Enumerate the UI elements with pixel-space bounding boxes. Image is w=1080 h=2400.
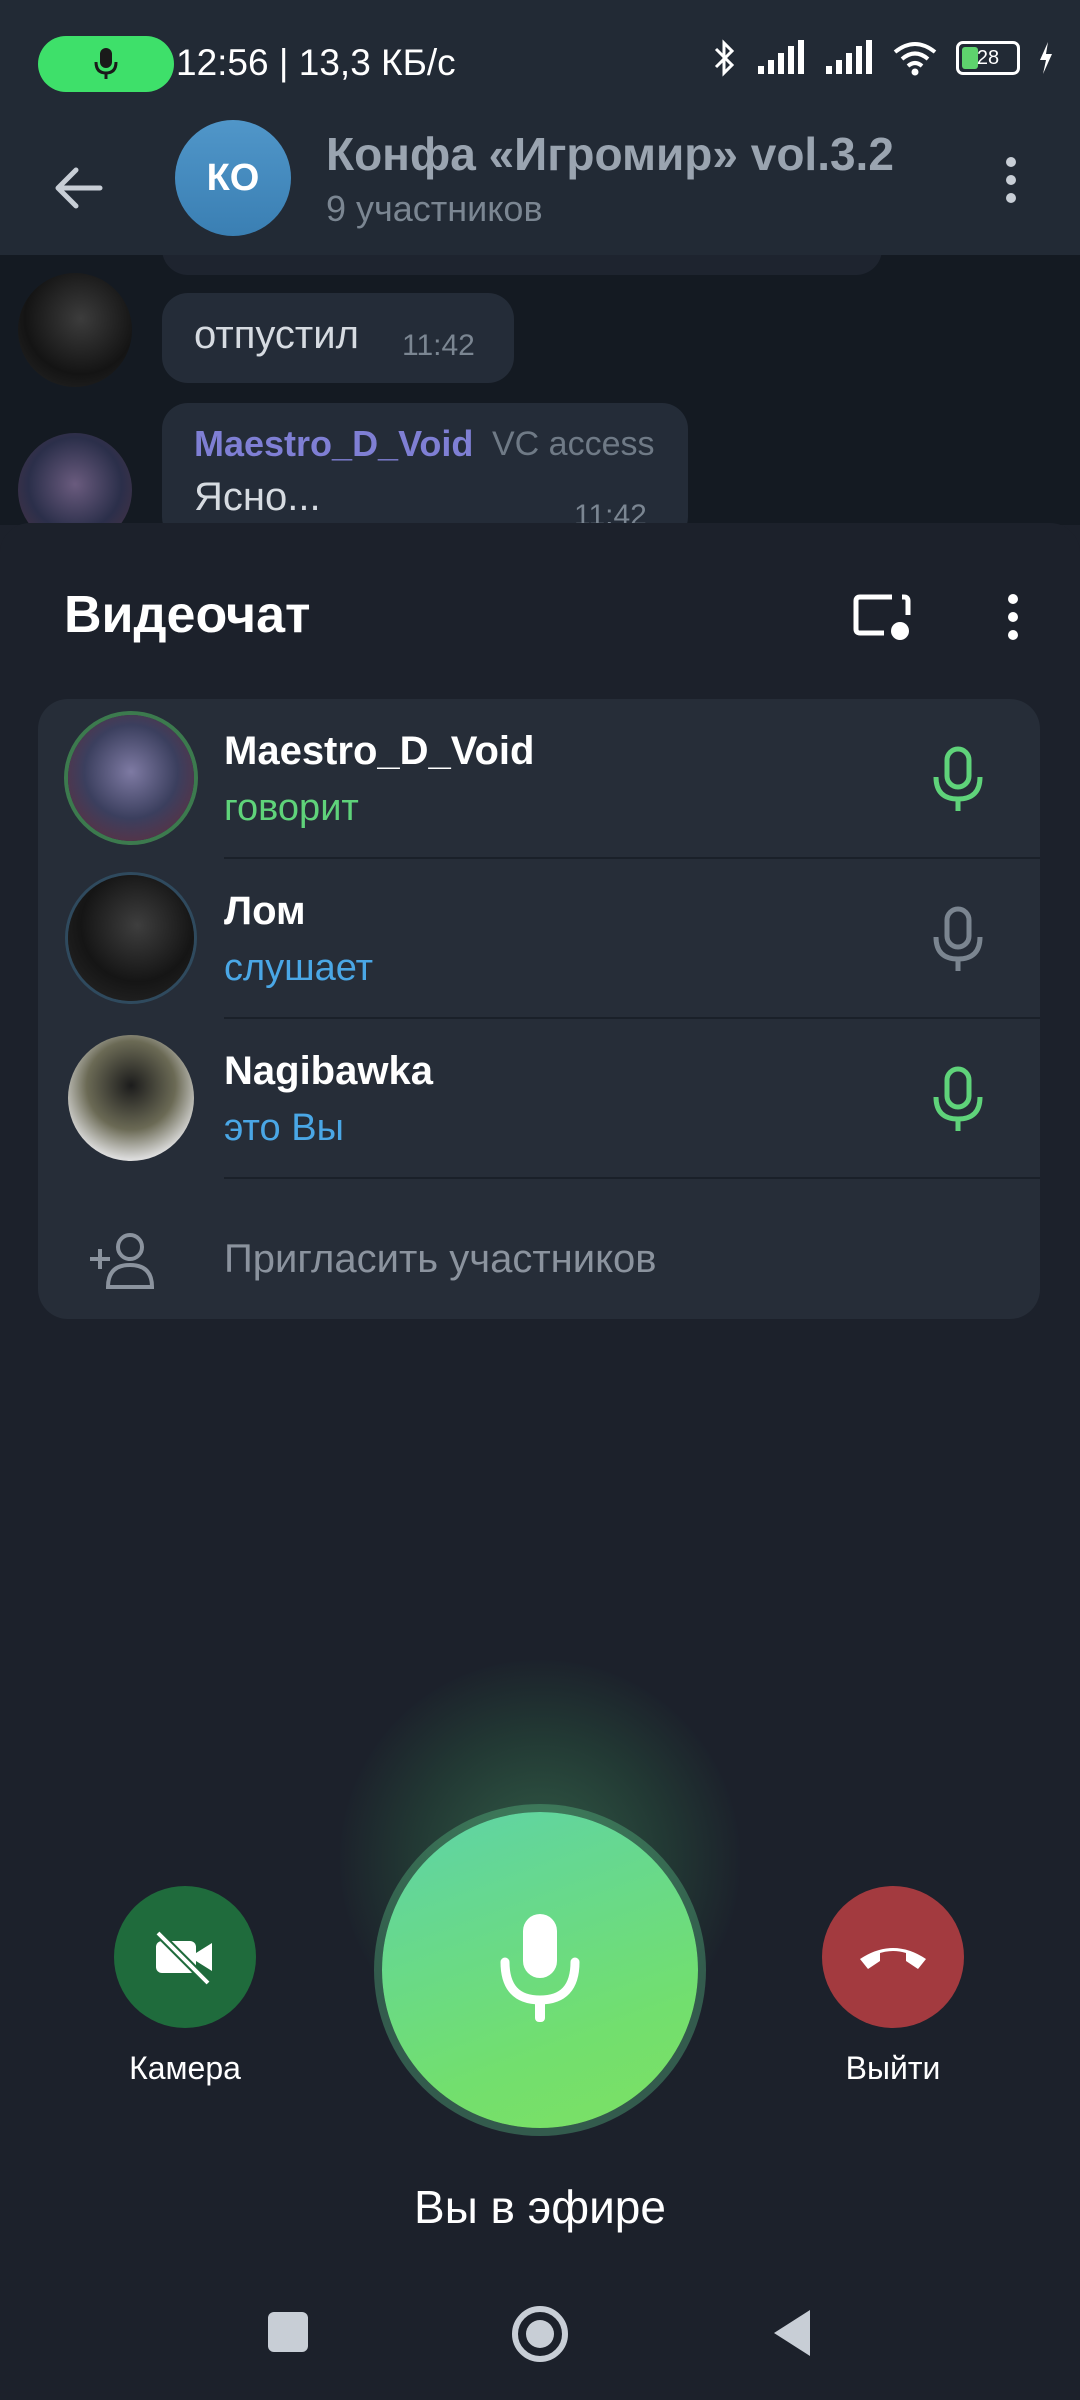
chat-avatar[interactable]: КО: [175, 120, 291, 236]
charging-icon: [1040, 42, 1052, 74]
back-arrow-icon[interactable]: [50, 158, 110, 218]
message-sender[interactable]: Maestro_D_Void: [194, 423, 473, 465]
chat-messages: отпустил 11:42 Maestro_D_Void VC access …: [0, 255, 1080, 525]
hang-up-icon: [860, 1948, 926, 1969]
bluetooth-icon: [714, 39, 735, 77]
message-bubble[interactable]: Maestro_D_Void VC access Ясно... 11:42: [162, 403, 688, 525]
camera-off-icon: [155, 1930, 212, 1986]
participant-avatar[interactable]: [68, 715, 194, 841]
videochat-title: Видеочат: [64, 586, 311, 644]
leave-label: Выйти: [845, 2050, 941, 2086]
participant-status: говорит: [224, 787, 359, 829]
signal-icon: [826, 40, 872, 74]
status-icons: 28: [712, 38, 1054, 78]
message-bubble[interactable]: отпустил 11:42: [162, 293, 514, 383]
user-avatar[interactable]: [18, 273, 132, 387]
chat-title[interactable]: Конфа «Игромир» vol.3.2: [326, 127, 894, 181]
microphone-icon: [500, 1914, 580, 2022]
participant-avatar[interactable]: [68, 1035, 194, 1161]
microphone-muted-icon[interactable]: [928, 905, 988, 975]
chat-subtitle: 9 участников: [326, 188, 543, 229]
add-user-icon[interactable]: [86, 1229, 158, 1291]
message-sender-tag: VC access: [492, 425, 655, 463]
participant-row[interactable]: Nagibawka это Вы: [38, 1019, 1040, 1179]
status-bar: 12:56 | 13,3 КБ/с 28: [0, 0, 1080, 130]
microphone-active-icon[interactable]: [928, 745, 988, 815]
participants-list: Maestro_D_Void говорит Лом слушает Nagib…: [38, 699, 1040, 1319]
message-time: 11:42: [402, 329, 475, 362]
battery-icon: 28: [956, 41, 1020, 75]
invite-participants-button[interactable]: Пригласить участников: [224, 1237, 657, 1282]
mute-toggle-button[interactable]: [382, 1812, 698, 2128]
microphone-icon: [94, 48, 118, 79]
message-text: отпустил: [194, 313, 359, 357]
leave-button[interactable]: [822, 1886, 964, 2028]
recent-apps-icon[interactable]: [266, 2310, 310, 2354]
row-divider: [224, 1177, 1040, 1179]
back-nav-icon[interactable]: [768, 2306, 816, 2360]
wifi-icon: [893, 42, 937, 76]
participant-name: Maestro_D_Void: [224, 729, 535, 773]
participant-row[interactable]: Лом слушает: [38, 859, 1040, 1019]
participant-status: слушает: [224, 947, 374, 989]
participant-name: Nagibawka: [224, 1049, 433, 1093]
participant-status: это Вы: [224, 1107, 344, 1149]
chat-avatar-initials: КО: [206, 156, 260, 199]
signal-icon: [758, 40, 804, 74]
camera-label: Камера: [129, 2050, 241, 2086]
message-text: Ясно...: [194, 475, 321, 519]
battery-level: 28: [976, 47, 1000, 69]
system-nav-bar: [0, 2260, 1080, 2400]
status-time-speed: 12:56 | 13,3 КБ/с: [176, 42, 456, 83]
message-bubble-partial: [162, 255, 882, 275]
home-icon[interactable]: [510, 2304, 570, 2364]
microphone-active-icon[interactable]: [928, 1065, 988, 1135]
participant-row[interactable]: Maestro_D_Void говорит: [38, 699, 1040, 859]
user-avatar[interactable]: [18, 433, 132, 525]
videochat-more-icon[interactable]: [998, 587, 1028, 647]
screen-share-icon[interactable]: [852, 591, 912, 643]
participant-avatar[interactable]: [68, 875, 194, 1001]
camera-button[interactable]: [114, 1886, 256, 2028]
active-call-mic-indicator[interactable]: [38, 36, 174, 92]
on-air-status: Вы в эфире: [414, 2181, 666, 2233]
message-time: 11:42: [574, 499, 647, 525]
more-options-icon[interactable]: [996, 150, 1026, 210]
participant-name: Лом: [224, 889, 306, 933]
